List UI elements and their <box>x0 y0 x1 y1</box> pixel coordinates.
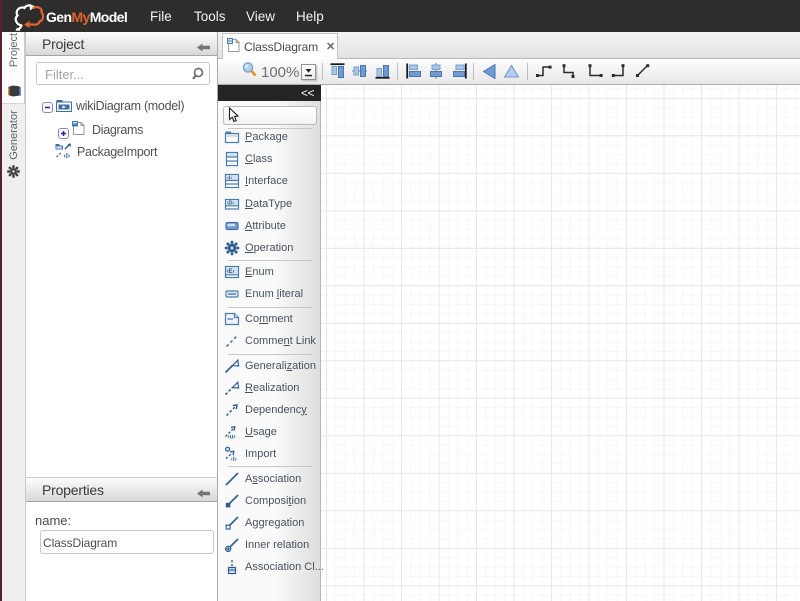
svg-text:‹I›: ‹I› <box>64 153 71 159</box>
svg-text:‹u›: ‹u› <box>228 433 236 440</box>
svg-text:‹I›: ‹I› <box>231 456 237 462</box>
svg-text:‹E›: ‹E› <box>227 269 235 275</box>
